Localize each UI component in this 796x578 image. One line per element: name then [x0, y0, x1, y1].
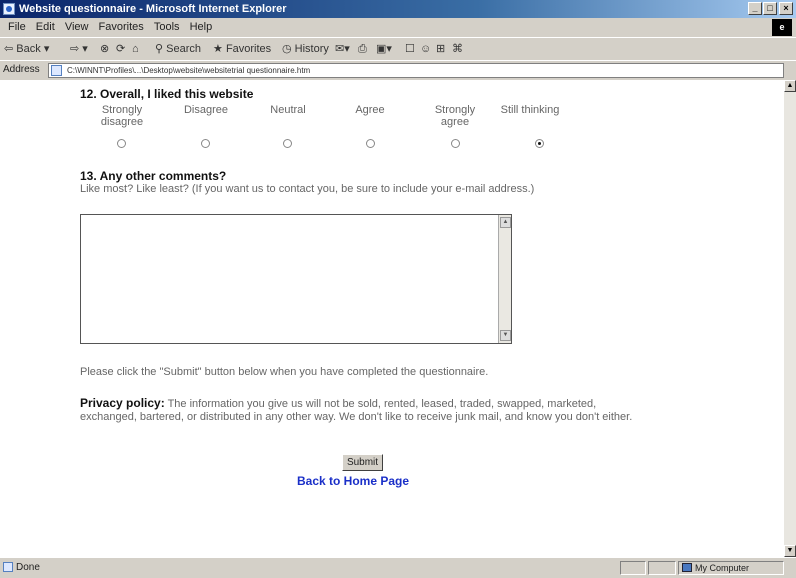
option-label-disagree: Disagree [183, 104, 229, 116]
back-to-home-link[interactable]: Back to Home Page [297, 474, 409, 488]
discuss-button[interactable]: ☐ [405, 38, 415, 60]
discuss-icon: ☐ [405, 43, 415, 55]
status-text: Done [16, 562, 40, 573]
question-13-title: 13. Any other comments? [80, 169, 227, 183]
edit-icon: ▣▾ [376, 43, 392, 55]
favorites-button[interactable]: ★ Favorites [213, 38, 271, 60]
address-field[interactable]: C:\WINNT\Profiles\...\Desktop\website\we… [48, 63, 784, 78]
related-icon: ⊞ [436, 43, 446, 55]
menu-file[interactable]: File [8, 18, 26, 37]
stop-button[interactable]: ⊗ [100, 38, 109, 60]
edit-button[interactable]: ▣▾ [376, 38, 392, 60]
chevron-down-icon: ▾ [82, 43, 88, 55]
print-icon: ⎙ [358, 43, 367, 55]
search-label: Search [166, 43, 201, 55]
refresh-button[interactable]: ⟳ [116, 38, 125, 60]
print-button[interactable]: ⎙ [358, 38, 367, 60]
privacy-label: Privacy policy: [80, 396, 165, 410]
option-label-agree: Agree [355, 104, 385, 116]
search-button[interactable]: ⚲ Search [155, 38, 201, 60]
search-icon: ⚲ [155, 43, 164, 55]
home-icon: ⌂ [132, 43, 139, 55]
scroll-up-icon[interactable]: ▲ [500, 217, 511, 228]
back-button[interactable]: ⇦ Back ▾ [4, 38, 49, 60]
ie-app-icon [3, 3, 15, 15]
radio-strongly-disagree[interactable] [117, 139, 126, 148]
question-13-hint: Like most? Like least? (If you want us t… [80, 183, 535, 195]
question-12-title: 12. Overall, I liked this website [80, 87, 254, 101]
stop-icon: ⊗ [100, 43, 110, 55]
page-done-icon [3, 562, 13, 572]
scroll-down-icon[interactable]: ▼ [784, 545, 796, 557]
favorites-label: Favorites [225, 43, 272, 55]
address-url: C:\WINNT\Profiles\...\Desktop\website\we… [67, 66, 311, 75]
textarea-scrollbar[interactable]: ▲ ▼ [498, 215, 511, 343]
history-label: History [294, 43, 329, 55]
status-bar: Done My Computer [0, 557, 796, 578]
minimize-button[interactable]: _ [748, 2, 762, 15]
back-arrow-icon: ⇦ [4, 43, 14, 55]
scroll-down-icon[interactable]: ▼ [500, 330, 511, 341]
messenger-icon: ☺ [420, 43, 432, 55]
window-title: Website questionnaire - Microsoft Intern… [19, 3, 287, 15]
radio-neutral[interactable] [283, 139, 292, 148]
submit-instructions: Please click the "Submit" button below w… [80, 366, 489, 378]
privacy-policy: Privacy policy: The information you give… [80, 397, 640, 424]
page-content: 12. Overall, I liked this website Strong… [0, 80, 784, 557]
comments-textarea[interactable]: ▲ ▼ [80, 214, 512, 344]
close-button[interactable]: × [779, 2, 793, 15]
menu-bar: File Edit View Favorites Tools Help e [0, 18, 796, 37]
radio-agree[interactable] [366, 139, 375, 148]
radio-still-thinking[interactable] [535, 139, 544, 148]
status-panel [620, 561, 646, 575]
page-scrollbar[interactable]: ▲ ▼ [784, 80, 796, 557]
maximize-button[interactable]: □ [763, 2, 777, 15]
ie-logo-icon: e [772, 19, 792, 36]
radio-strongly-agree[interactable] [451, 139, 460, 148]
zone-label: My Computer [695, 563, 750, 573]
messenger-button[interactable]: ☺ [420, 38, 431, 60]
standard-toolbar: ⇦ Back ▾ ⇨ ▾ ⊗ ⟳ ⌂ ⚲ Search ★ Favorites … [0, 37, 796, 61]
option-label-still-thinking: Still thinking [500, 104, 560, 116]
research-icon: ⌘ [452, 43, 463, 55]
history-button[interactable]: ◷ History [282, 38, 329, 60]
star-icon: ★ [213, 43, 223, 55]
page-icon [51, 65, 62, 76]
menu-edit[interactable]: Edit [36, 18, 55, 37]
menu-help[interactable]: Help [190, 18, 213, 37]
title-bar: Website questionnaire - Microsoft Intern… [0, 0, 796, 18]
forward-arrow-icon: ⇨ [70, 43, 80, 55]
home-button[interactable]: ⌂ [132, 38, 139, 60]
chevron-down-icon: ▾ [43, 43, 50, 55]
menu-tools[interactable]: Tools [154, 18, 180, 37]
mail-icon: ✉▾ [335, 43, 350, 55]
history-icon: ◷ [282, 43, 292, 55]
research-button[interactable]: ⌘ [452, 38, 463, 60]
option-label-strongly-disagree: Strongly disagree [100, 104, 144, 128]
status-panel [648, 561, 676, 575]
menu-view[interactable]: View [65, 18, 89, 37]
security-zone: My Computer [678, 561, 784, 575]
address-bar: Address C:\WINNT\Profiles\...\Desktop\we… [0, 60, 796, 81]
address-label: Address [3, 64, 40, 75]
refresh-icon: ⟳ [116, 43, 126, 55]
submit-button[interactable]: Submit [342, 454, 383, 471]
forward-button[interactable]: ⇨ ▾ [70, 38, 88, 60]
radio-disagree[interactable] [201, 139, 210, 148]
mail-button[interactable]: ✉▾ [335, 38, 350, 60]
related-button[interactable]: ⊞ [436, 38, 445, 60]
back-label: Back [16, 43, 41, 55]
menu-favorites[interactable]: Favorites [99, 18, 144, 37]
scroll-up-icon[interactable]: ▲ [784, 80, 796, 92]
computer-icon [682, 563, 692, 572]
option-label-neutral: Neutral [270, 104, 306, 116]
option-label-strongly-agree: Strongly agree [434, 104, 476, 128]
